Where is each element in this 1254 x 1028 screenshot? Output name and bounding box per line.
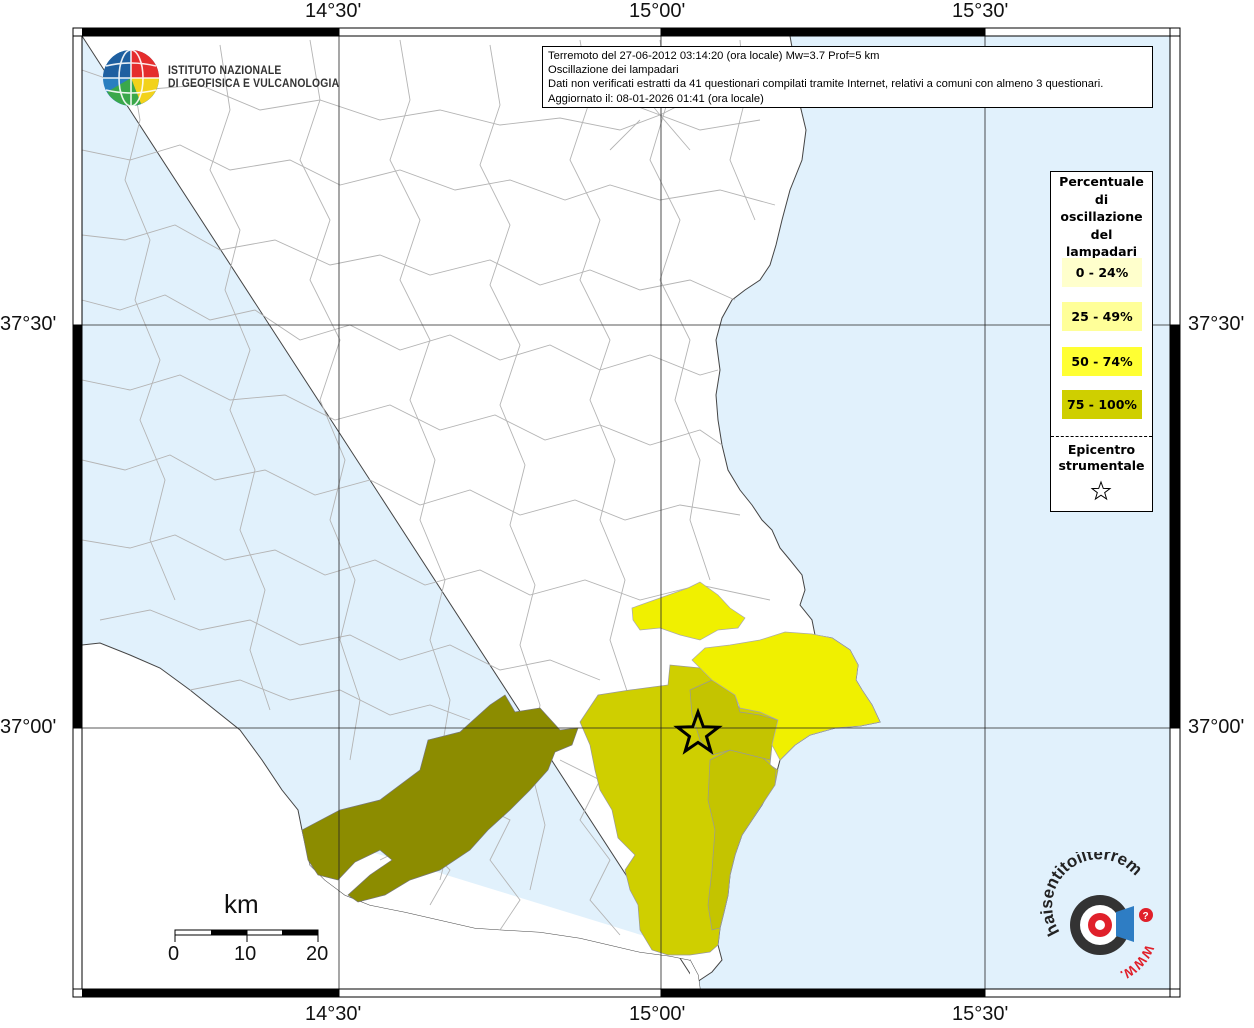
legend-class-0-24: 0 - 24% xyxy=(1062,258,1142,287)
lon-label-1500-top: 15°00' xyxy=(629,0,686,22)
event-updated: Aggiornato il: 08-01-2026 01:41 (ora loc… xyxy=(548,92,764,105)
lon-label-1500-bottom: 15°00' xyxy=(629,1003,686,1025)
ingv-globe-icon xyxy=(103,49,159,107)
hst-logo: ? haisentitoilterremoto.it WWW. xyxy=(1038,852,1157,982)
lat-label-3730-left: 37°30' xyxy=(0,313,57,335)
lon-label-1530-top: 15°30' xyxy=(952,0,1009,22)
star-icon xyxy=(1090,480,1112,501)
scale-unit: km xyxy=(224,889,259,919)
lon-label-1430-bottom: 14°30' xyxy=(305,1003,362,1025)
scale-tick-20: 20 xyxy=(306,943,329,965)
hst-question: ? xyxy=(1143,911,1149,922)
legend-title: Percentuale di oscillazione del lampadar… xyxy=(1059,174,1144,259)
lon-label-1430-top: 14°30' xyxy=(305,0,362,22)
event-info-box: Terremoto del 27-06-2012 03:14:20 (ora l… xyxy=(542,46,1153,108)
legend-class-50-74: 50 - 74% xyxy=(1062,347,1142,376)
legend-epicenter-label: Epicentro strumentale xyxy=(1058,442,1145,473)
event-title: Terremoto del 27-06-2012 03:14:20 (ora l… xyxy=(548,50,880,62)
legend-class-25-49: 25 - 49% xyxy=(1062,302,1142,331)
map-figure: 14°30' 15°00' 15°30' 14°30' 15°00' 15°30… xyxy=(0,0,1254,1025)
legend-divider xyxy=(1051,436,1152,437)
lat-label-3700-right: 37°00' xyxy=(1188,716,1245,738)
event-parameter: Oscillazione dei lampadari xyxy=(548,64,679,77)
legend-box: Percentuale di oscillazione del lampadar… xyxy=(1050,171,1153,512)
institute-name: ISTITUTO NAZIONALE DI GEOFISICA E VULCAN… xyxy=(168,65,340,90)
event-data-note: Dati non verificati estratti da 41 quest… xyxy=(548,78,1104,91)
lat-label-3700-left: 37°00' xyxy=(0,716,57,738)
hst-www: WWW. xyxy=(1118,943,1157,982)
scale-tick-10: 10 xyxy=(234,943,257,965)
scale-tick-0: 0 xyxy=(168,943,180,965)
lat-label-3730-right: 37°30' xyxy=(1188,313,1245,335)
legend-class-75-100: 75 - 100% xyxy=(1062,390,1142,419)
lon-label-1530-bottom: 15°30' xyxy=(952,1003,1009,1025)
